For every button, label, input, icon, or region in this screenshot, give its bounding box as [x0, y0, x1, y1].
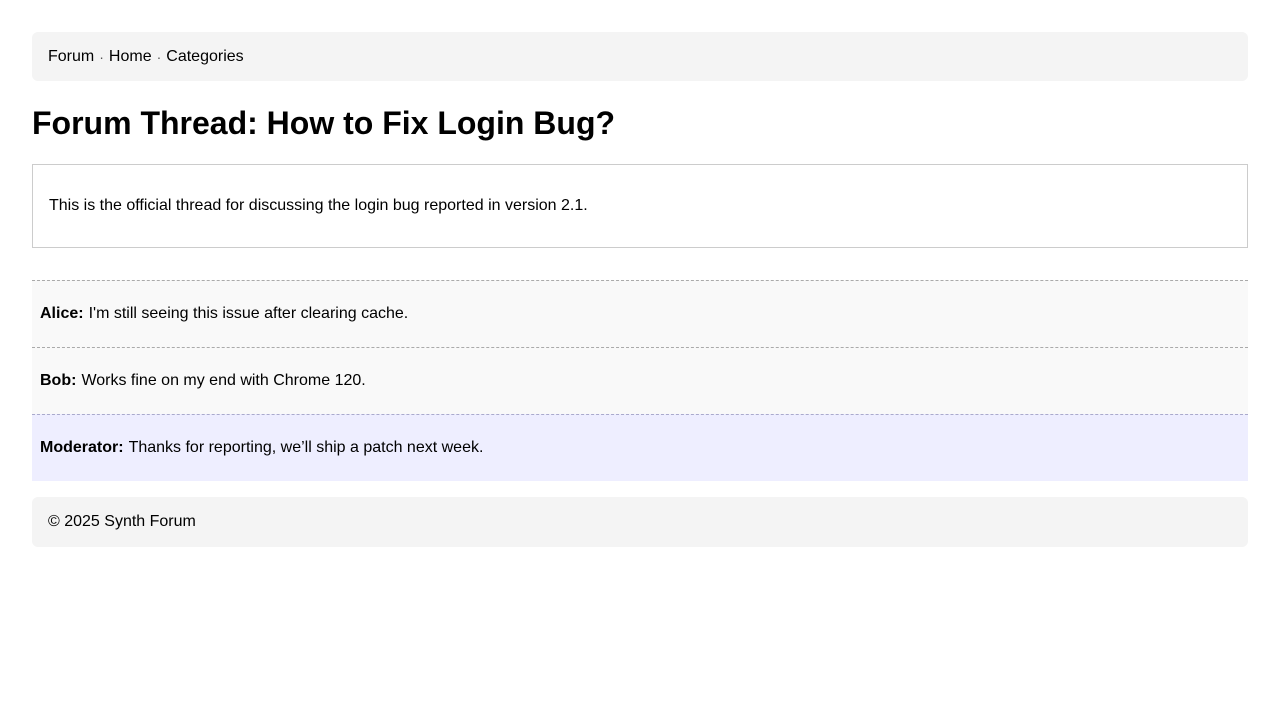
- nav-link-forum[interactable]: Forum: [48, 48, 94, 66]
- reply-text: I'm still seeing this issue after cleari…: [88, 305, 409, 322]
- top-nav: Forum · Home · Categories: [32, 32, 1248, 81]
- footer-copyright: © 2025 Synth Forum: [48, 513, 196, 530]
- reply-text: Works fine on my end with Chrome 120.: [81, 372, 366, 389]
- reply-author: Moderator:: [40, 439, 124, 456]
- nav-link-categories[interactable]: Categories: [166, 48, 243, 66]
- reply-text: Thanks for reporting, we’ll ship a patch…: [128, 439, 484, 456]
- page: Forum · Home · Categories Forum Thread: …: [0, 0, 1280, 547]
- nav-link-home[interactable]: Home: [109, 48, 152, 66]
- reply-author: Bob:: [40, 372, 77, 389]
- reply-list: Alice: I'm still seeing this issue after…: [32, 280, 1248, 481]
- nav-separator: ·: [156, 48, 162, 65]
- nav-separator: ·: [99, 48, 104, 65]
- original-post-text: This is the official thread for discussi…: [49, 197, 588, 214]
- thread-original-post: This is the official thread for discussi…: [32, 164, 1248, 248]
- reply-author: Alice:: [40, 305, 84, 322]
- reply-item: Alice: I'm still seeing this issue after…: [32, 280, 1248, 347]
- thread-title: Forum Thread: How to Fix Login Bug?: [32, 105, 616, 141]
- reply-item-moderator: Moderator: Thanks for reporting, we’ll s…: [32, 414, 1248, 481]
- footer: © 2025 Synth Forum: [32, 497, 1248, 547]
- reply-item: Bob: Works fine on my end with Chrome 12…: [32, 347, 1248, 414]
